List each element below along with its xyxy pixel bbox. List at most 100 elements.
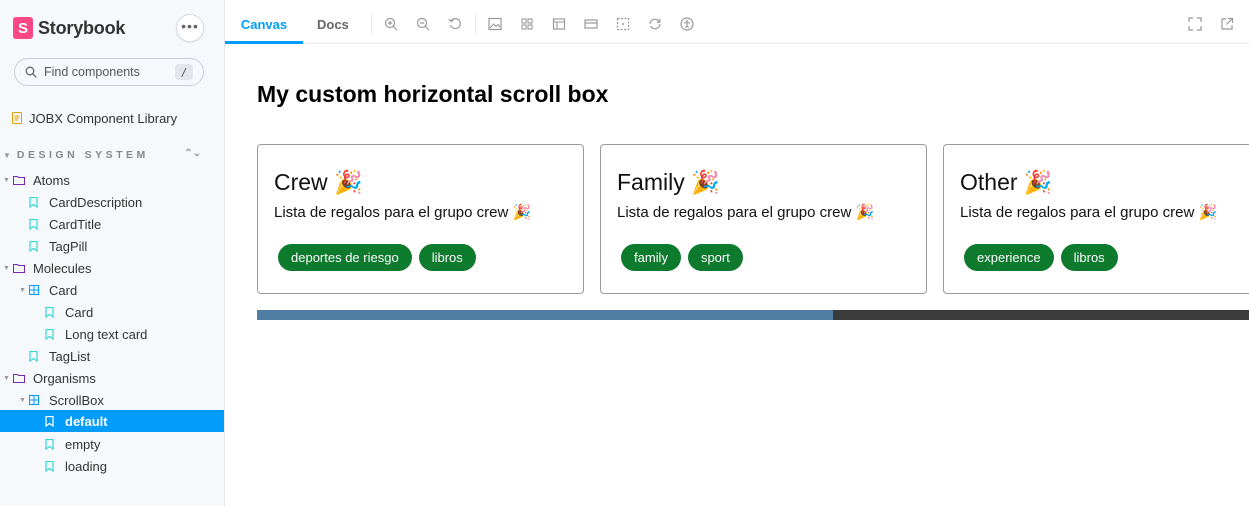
bookmark-icon: [29, 196, 43, 208]
toolbar-divider: [475, 14, 476, 34]
bookmark-icon: [45, 460, 59, 472]
horizontal-scrollbar[interactable]: [257, 310, 1249, 320]
grid-icon[interactable]: [519, 16, 535, 32]
sidebar: S Storybook ••• / JOBX Component Library…: [0, 0, 224, 506]
bookmark-icon: [45, 306, 59, 318]
zoom-out-icon[interactable]: [415, 16, 431, 32]
refresh-icon[interactable]: [647, 16, 663, 32]
sidebar-item-label: CardDescription: [49, 194, 143, 210]
tag-list: family sport: [621, 244, 743, 271]
bookmark-icon: [29, 218, 43, 230]
chevron-down-icon: ▼: [3, 176, 10, 184]
sidebar-item-tagpill[interactable]: TagPill: [29, 235, 224, 257]
sidebar-item-label: Card: [65, 304, 94, 320]
sidebar-item-loading[interactable]: loading: [45, 455, 224, 477]
toolbar-divider: [371, 14, 372, 34]
sidebar-item-label: Long text card: [65, 326, 148, 342]
search-icon: [25, 66, 37, 78]
accessibility-icon[interactable]: [679, 16, 695, 32]
sidebar-item-label: CardTitle: [49, 216, 102, 232]
sidebar-item-label: TagList: [49, 348, 91, 364]
sidebar-item-label: ScrollBox: [49, 392, 104, 408]
sidebar-item-label: Card: [49, 282, 78, 298]
chevron-down-icon: ▼: [3, 374, 10, 382]
sidebar-item-scrollbox[interactable]: ▼ ScrollBox: [19, 389, 224, 411]
main-panel: Canvas Docs My custom horizontal scroll …: [224, 0, 1249, 506]
card-description: Lista de regalos para el grupo crew 🎉: [960, 204, 1218, 221]
sidebar-item-carddescription[interactable]: CardDescription: [29, 191, 224, 213]
tag-pill: libros: [1060, 244, 1118, 271]
card-description: Lista de regalos para el grupo crew 🎉: [617, 204, 875, 221]
sidebar-item-default[interactable]: default: [0, 410, 224, 432]
zoom-in-icon[interactable]: [383, 16, 399, 32]
card-title: Family 🎉: [617, 169, 720, 195]
sidebar-item-long-text-card[interactable]: Long text card: [45, 323, 224, 345]
storybook-logo-icon: S: [13, 17, 33, 39]
bookmark-icon: [45, 328, 59, 340]
card-description: Lista de regalos para el grupo crew 🎉: [274, 204, 532, 221]
sidebar-item-label: empty: [65, 436, 101, 452]
tag-pill: experience: [964, 244, 1054, 271]
sidebar-item-card-story[interactable]: Card: [45, 301, 224, 323]
tag-list: deportes de riesgo libros: [278, 244, 476, 271]
sidebar-item-cardtitle[interactable]: CardTitle: [29, 213, 224, 235]
outline-icon[interactable]: [615, 16, 631, 32]
chevron-down-icon: ▼: [19, 396, 26, 404]
sidebar-item-label: Molecules: [33, 260, 92, 276]
tab-docs[interactable]: Docs: [317, 4, 349, 44]
sidebar-item-atoms[interactable]: ▼ Atoms: [3, 169, 224, 191]
folder-icon: [13, 373, 27, 383]
tab-canvas[interactable]: Canvas: [225, 4, 303, 44]
folder-icon: [13, 175, 27, 185]
tag-pill: deportes de riesgo: [278, 244, 412, 271]
more-icon: •••: [181, 17, 199, 34]
tag-pill: libros: [418, 244, 476, 271]
page-title: My custom horizontal scroll box: [257, 81, 609, 107]
search-box[interactable]: /: [14, 58, 204, 86]
sidebar-item-label: loading: [65, 458, 107, 474]
brand-name: Storybook: [38, 17, 126, 38]
search-input[interactable]: [44, 65, 174, 79]
document-icon: [12, 112, 22, 124]
layout-icon[interactable]: [583, 16, 599, 32]
chevron-down-icon: ▼: [19, 286, 26, 294]
bookmark-icon: [29, 350, 43, 362]
sidebar-item-label: default: [65, 413, 108, 429]
sidebar-item-organisms[interactable]: ▼ Organisms: [3, 367, 224, 389]
bookmark-icon: [45, 415, 59, 427]
zoom-reset-icon[interactable]: [447, 16, 463, 32]
menu-button[interactable]: •••: [176, 14, 204, 42]
sidebar-item-empty[interactable]: empty: [45, 433, 224, 455]
viewport-icon[interactable]: [551, 16, 567, 32]
sidebar-item-label: TagPill: [49, 238, 88, 254]
component-icon: [29, 285, 43, 295]
folder-icon: [13, 263, 27, 273]
open-new-tab-icon[interactable]: [1219, 16, 1235, 32]
bookmark-icon: [45, 438, 59, 450]
expand-collapse-icon[interactable]: ⌃⌄: [184, 148, 201, 159]
sidebar-item-taglist[interactable]: TagList: [29, 345, 224, 367]
section-design-system[interactable]: ▼ DESIGN SYSTEM ⌃⌄: [3, 146, 203, 164]
background-image-icon[interactable]: [487, 16, 503, 32]
toolbar: Canvas Docs: [225, 4, 1249, 44]
brand[interactable]: S Storybook: [13, 14, 125, 42]
scrollbar-thumb[interactable]: [257, 310, 833, 320]
tag-list: experience libros: [964, 244, 1118, 271]
chevron-down-icon: ▼: [3, 150, 11, 160]
card: Other 🎉 Lista de regalos para el grupo c…: [943, 144, 1249, 294]
tag-pill: family: [621, 244, 681, 271]
card-title: Crew 🎉: [274, 169, 363, 195]
chevron-down-icon: ▼: [3, 264, 10, 272]
doc-link-label: JOBX Component Library: [29, 110, 178, 126]
card: Crew 🎉 Lista de regalos para el grupo cr…: [257, 144, 584, 294]
fullscreen-icon[interactable]: [1187, 16, 1203, 32]
section-title: DESIGN SYSTEM: [16, 149, 149, 161]
search-shortcut-key: /: [175, 64, 193, 80]
sidebar-item-molecules[interactable]: ▼ Molecules: [3, 257, 224, 279]
component-icon: [29, 395, 43, 405]
sidebar-item-card-component[interactable]: ▼ Card: [19, 279, 224, 301]
card-title: Other 🎉: [960, 169, 1053, 195]
bookmark-icon: [29, 240, 43, 252]
card: Family 🎉 Lista de regalos para el grupo …: [600, 144, 927, 294]
sidebar-doc-link[interactable]: JOBX Component Library: [12, 109, 177, 127]
